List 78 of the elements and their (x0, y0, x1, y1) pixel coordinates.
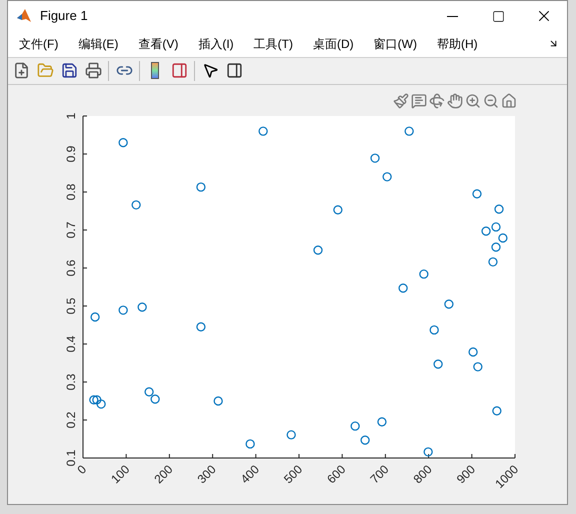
data-point (246, 439, 255, 449)
data-point (434, 360, 443, 369)
zoom-in-icon[interactable] (465, 93, 481, 109)
data-point (90, 312, 100, 322)
pan-icon[interactable] (447, 93, 463, 109)
menu-item[interactable]: 文件(F) (14, 34, 64, 53)
y-tick-label: 0.8 (64, 184, 78, 200)
data-point (494, 204, 504, 214)
menu-item[interactable]: 编辑(E) (73, 34, 124, 53)
menu-item[interactable]: 工具(T) (248, 34, 298, 53)
data-point (350, 421, 360, 431)
data-point (398, 284, 408, 293)
x-tick-label: 700 (367, 462, 392, 486)
y-tick-label: 0.3 (64, 374, 78, 390)
window-title: Figure 1 (40, 7, 88, 26)
data-point (92, 395, 102, 404)
data-point (286, 430, 296, 440)
app-icon (16, 8, 32, 24)
data-point (492, 406, 502, 416)
x-tick-label: 500 (281, 462, 306, 486)
menu-item[interactable]: 查看(V) (133, 34, 184, 53)
data-point (89, 395, 98, 404)
y-tick-label: 1 (64, 112, 78, 120)
data-point (370, 154, 380, 163)
menu-item[interactable]: 帮助(H) (432, 34, 483, 53)
data-point (498, 233, 508, 243)
rotate-icon[interactable] (429, 93, 445, 109)
menu-item[interactable]: 窗口(W) (368, 34, 422, 53)
y-tick-label: 0.4 (64, 336, 78, 352)
data-point (150, 394, 160, 404)
x-tick-label: 900 (454, 462, 478, 486)
data-point (468, 347, 478, 357)
y-tick-label: 0.5 (64, 298, 78, 314)
data-point (481, 226, 491, 236)
home-icon[interactable] (501, 93, 517, 109)
data-point (491, 222, 501, 232)
x-tick-label: 100 (108, 462, 132, 486)
y-tick-label: 0.2 (64, 412, 78, 428)
data-tip-icon[interactable] (411, 93, 427, 109)
data-point (196, 182, 206, 192)
data-point (132, 200, 141, 210)
x-tick-label: 600 (324, 462, 348, 486)
brush-icon[interactable] (393, 93, 409, 109)
menu-item[interactable]: 桌面(D) (308, 34, 359, 53)
x-tick-label: 400 (238, 462, 262, 486)
data-point (424, 447, 433, 457)
x-tick-label: 300 (194, 462, 219, 486)
data-point (404, 126, 414, 136)
dock-icon[interactable] (548, 38, 559, 50)
data-point (96, 399, 106, 409)
y-tick-label: 0.6 (64, 260, 78, 276)
y-tick-label: 0.7 (64, 222, 78, 238)
zoom-out-icon[interactable] (483, 93, 499, 109)
data-point (144, 387, 154, 396)
data-point (473, 362, 482, 372)
data-point (138, 302, 147, 312)
data-point (382, 172, 392, 182)
maximize-icon (492, 10, 504, 22)
data-point (360, 436, 370, 445)
data-point (258, 126, 268, 136)
x-tick-label: 800 (410, 462, 435, 486)
data-point (118, 306, 128, 315)
y-tick-label: 0.9 (64, 146, 78, 162)
data-point (313, 246, 323, 255)
data-point (333, 205, 342, 214)
data-point (444, 300, 454, 309)
data-point (491, 242, 501, 252)
data-point (419, 269, 428, 279)
data-point (472, 189, 482, 198)
menu-item[interactable]: 插入(I) (193, 34, 239, 53)
data-point (488, 257, 498, 267)
data-point (196, 322, 206, 332)
x-tick-label: 200 (151, 462, 176, 486)
colorbar-icon[interactable] (151, 62, 159, 80)
data-point (430, 325, 439, 335)
data-point (377, 417, 387, 426)
data-point (118, 138, 128, 148)
data-point (214, 396, 223, 406)
